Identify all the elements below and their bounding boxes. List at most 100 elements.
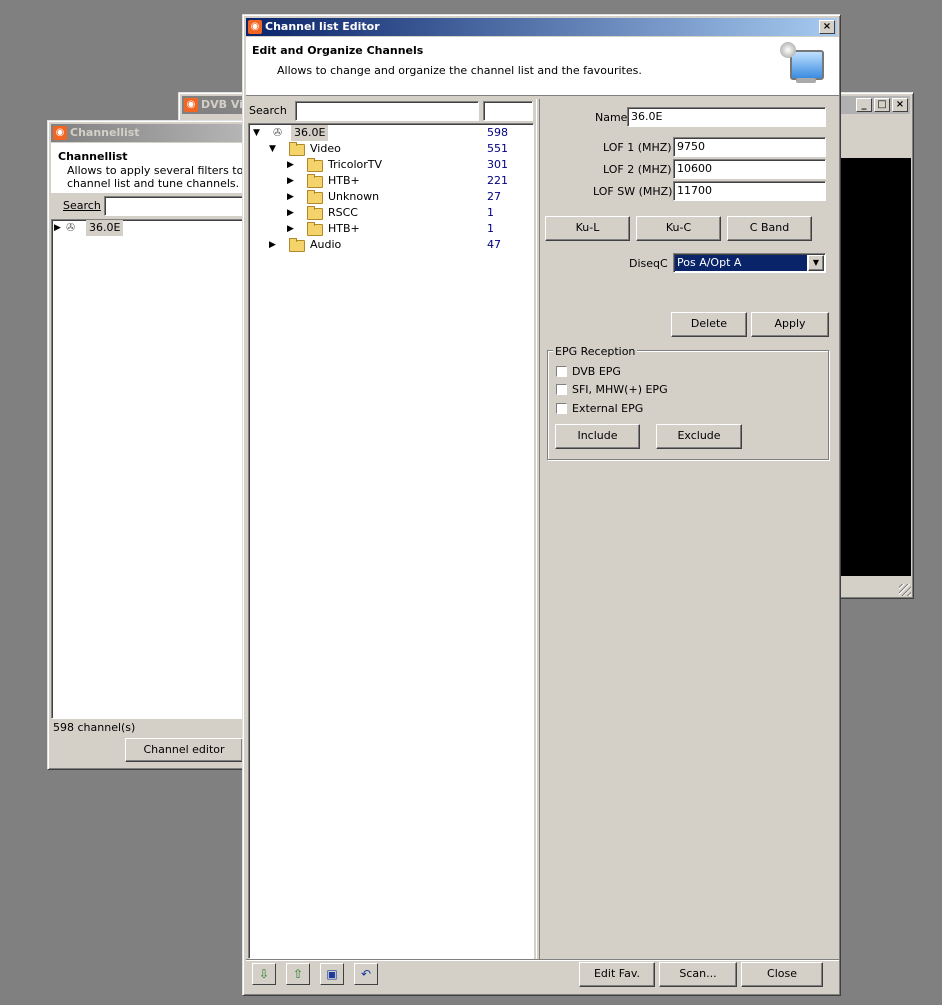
collapse-arrow-icon[interactable]: ▼ xyxy=(253,125,260,141)
tree-item-count: 27 xyxy=(487,190,501,203)
apply-button[interactable]: Apply xyxy=(751,312,829,337)
tree-item-label: Video xyxy=(310,142,341,155)
expand-arrow-icon[interactable]: ▶ xyxy=(287,173,294,189)
diseqc-select[interactable]: Pos A/Opt A ▼ xyxy=(673,253,826,273)
expand-arrow-icon[interactable]: ▶ xyxy=(287,189,294,205)
tree-item-count: 301 xyxy=(487,158,508,171)
collapse-arrow-icon[interactable]: ▼ xyxy=(269,141,276,157)
maximize-icon[interactable]: □ xyxy=(874,98,890,112)
sfi-mhw-epg-checkbox[interactable] xyxy=(556,384,567,395)
network-computer-icon xyxy=(778,42,828,90)
undo-icon[interactable]: ↶ xyxy=(354,963,378,985)
channellist-header-title: Channellist xyxy=(58,150,128,163)
channellist-titlebar[interactable]: ◉ Channellist xyxy=(51,124,243,142)
tree-item-label: Unknown xyxy=(328,190,380,203)
channellist-tree[interactable]: ▶ ✇ 36.0E xyxy=(51,219,248,719)
satellite-icon: ✇ xyxy=(66,221,76,234)
channellist-header-desc2: channel list and tune channels. xyxy=(67,177,240,190)
dvb-epg-label: DVB EPG xyxy=(572,365,621,378)
tree-item-rscc[interactable]: ▶ RSCC 1 xyxy=(287,205,523,221)
tree-item-label: 36.0E xyxy=(291,125,329,141)
tree-item-count: 47 xyxy=(487,238,501,251)
folder-icon xyxy=(307,206,323,220)
folder-icon xyxy=(289,142,305,156)
edit-fav-button[interactable]: Edit Fav. xyxy=(579,962,655,987)
channellist-search-label: Search xyxy=(63,199,101,212)
channel-count-status: 598 channel(s) xyxy=(53,721,136,734)
diseqc-selected-value: Pos A/Opt A xyxy=(675,255,807,271)
editor-app-icon: ◉ xyxy=(248,20,262,34)
satellite-icon: ✇ xyxy=(273,126,283,139)
expand-arrow-icon[interactable]: ▶ xyxy=(54,220,61,236)
channellist-title: Channellist xyxy=(70,126,140,139)
ku-c-button[interactable]: Ku-C xyxy=(636,216,721,241)
tree-item-count: 1 xyxy=(487,222,494,235)
channellist-header: Channellist Allows to apply several filt… xyxy=(51,143,265,193)
channellist-app-icon: ◉ xyxy=(53,126,67,140)
lof2-label: LOF 2 (MHZ) xyxy=(603,163,672,176)
channellist-window: ◉ Channellist Channellist Allows to appl… xyxy=(47,120,265,770)
tree-item-video[interactable]: ▼ Video 551 xyxy=(269,141,523,157)
editor-close-icon[interactable]: × xyxy=(819,20,835,34)
delete-button[interactable]: Delete xyxy=(671,312,747,337)
scan-button[interactable]: Scan... xyxy=(659,962,737,987)
include-button[interactable]: Include xyxy=(555,424,640,449)
ku-l-button[interactable]: Ku-L xyxy=(545,216,630,241)
expand-arrow-icon[interactable]: ▶ xyxy=(269,237,276,253)
channellist-search-input[interactable] xyxy=(104,196,248,216)
bottom-toolbar-separator xyxy=(246,959,839,961)
tree-item-label: RSCC xyxy=(328,206,358,219)
lof1-input[interactable]: 9750 xyxy=(673,137,826,157)
editor-header-title: Edit and Organize Channels xyxy=(252,44,424,57)
import-icon[interactable]: ⇩ xyxy=(252,963,276,985)
tree-item-count: 1 xyxy=(487,206,494,219)
pane-splitter[interactable] xyxy=(536,99,540,959)
tree-item-tricolortv[interactable]: ▶ TricolorTV 301 xyxy=(287,157,523,173)
tree-item-ntv-plus[interactable]: ▶ НТВ+ 221 xyxy=(287,173,523,189)
editor-channel-tree[interactable]: ▼ ✇ 36.0E 598 ▼ Video 551 ▶ TricolorTV 3… xyxy=(248,123,534,959)
lofsw-label: LOF SW (MHZ) xyxy=(593,185,673,198)
editor-search-input-secondary[interactable] xyxy=(483,101,533,121)
epg-reception-label: EPG Reception xyxy=(553,345,638,358)
folder-icon xyxy=(307,190,323,204)
resize-grip-icon[interactable] xyxy=(899,584,911,596)
tree-item-satellite[interactable]: ▼ ✇ 36.0E 598 xyxy=(253,125,523,141)
external-epg-label: External EPG xyxy=(572,402,644,415)
tree-item-label: НТВ+ xyxy=(328,174,360,187)
dvb-epg-checkbox[interactable] xyxy=(556,366,567,377)
external-epg-checkbox[interactable] xyxy=(556,403,567,414)
save-icon[interactable]: ▣ xyxy=(320,963,344,985)
name-input[interactable]: 36.0E xyxy=(627,107,826,127)
tree-item-audio[interactable]: ▶ Audio 47 xyxy=(269,237,523,253)
export-icon[interactable]: ⇧ xyxy=(286,963,310,985)
tree-item-count: 221 xyxy=(487,174,508,187)
folder-icon xyxy=(289,238,305,252)
video-display-area[interactable] xyxy=(841,158,911,576)
tree-item-ntv-plus-2[interactable]: ▶ НТВ+ 1 xyxy=(287,221,523,237)
tree-item-label: НТВ+ xyxy=(328,222,360,235)
dropdown-arrow-icon[interactable]: ▼ xyxy=(808,255,824,271)
close-icon[interactable]: × xyxy=(892,98,908,112)
editor-title: Channel list Editor xyxy=(265,20,380,33)
expand-arrow-icon[interactable]: ▶ xyxy=(287,157,294,173)
channellist-header-desc1: Allows to apply several filters to the xyxy=(67,164,265,177)
dvb-app-icon: ◉ xyxy=(184,98,198,112)
channellist-tree-root-label: 36.0E xyxy=(86,220,124,236)
tree-item-count: 551 xyxy=(487,142,508,155)
editor-titlebar[interactable]: ◉ Channel list Editor × xyxy=(246,18,837,36)
name-label: Name xyxy=(595,111,628,124)
c-band-button[interactable]: C Band xyxy=(727,216,812,241)
lof2-input[interactable]: 10600 xyxy=(673,159,826,179)
channel-editor-button[interactable]: Channel editor xyxy=(125,738,243,762)
sfi-mhw-epg-label: SFI, MHW(+) EPG xyxy=(572,383,668,396)
minimize-icon[interactable]: _ xyxy=(856,98,872,112)
folder-icon xyxy=(307,174,323,188)
lofsw-input[interactable]: 11700 xyxy=(673,181,826,201)
exclude-button[interactable]: Exclude xyxy=(656,424,742,449)
expand-arrow-icon[interactable]: ▶ xyxy=(287,205,294,221)
editor-header: Edit and Organize Channels Allows to cha… xyxy=(246,37,839,96)
close-button[interactable]: Close xyxy=(741,962,823,987)
tree-item-unknown[interactable]: ▶ Unknown 27 xyxy=(287,189,523,205)
expand-arrow-icon[interactable]: ▶ xyxy=(287,221,294,237)
editor-search-input[interactable] xyxy=(295,101,479,121)
